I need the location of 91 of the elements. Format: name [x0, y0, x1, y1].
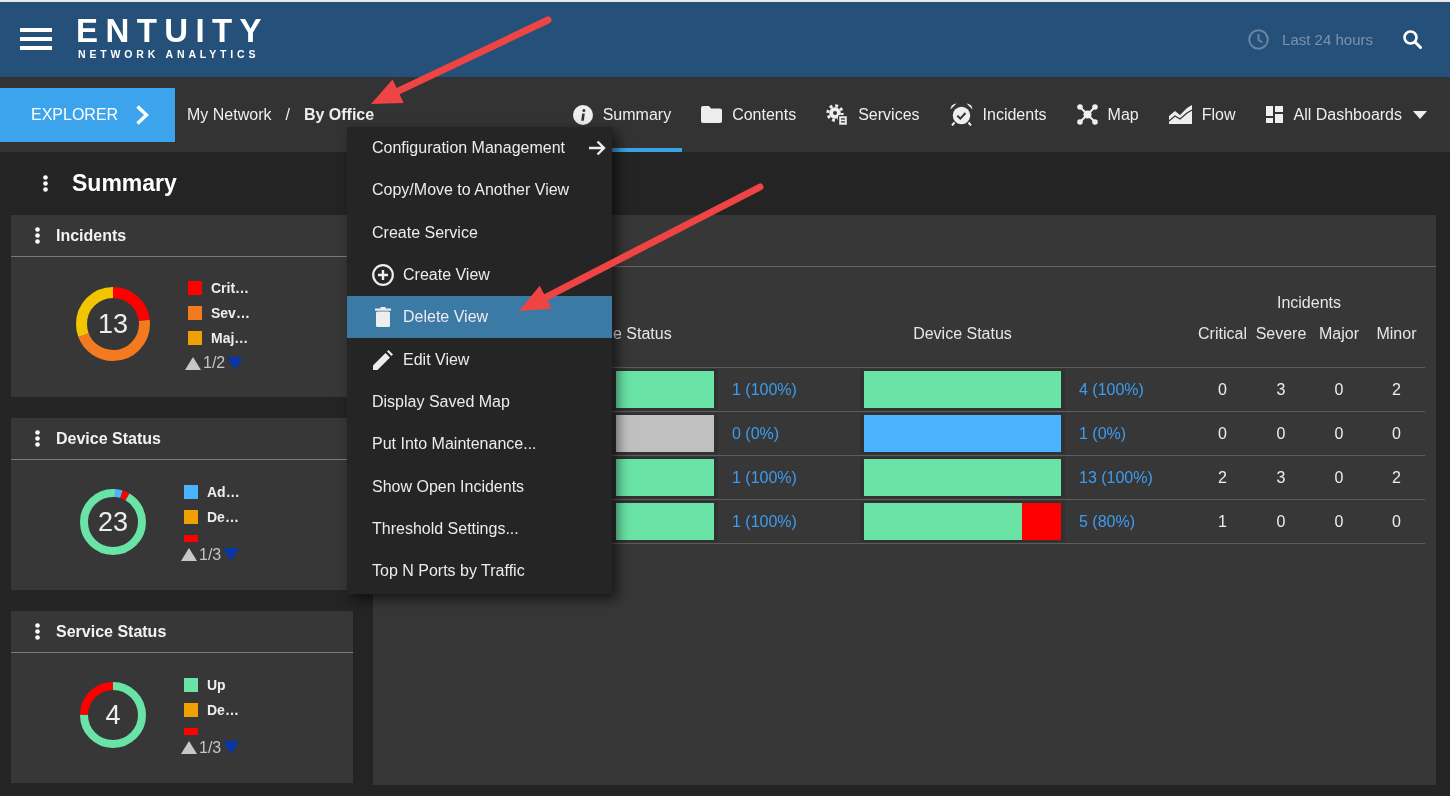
legend-label: Crit… [211, 279, 250, 296]
legend-label: Up [207, 677, 226, 693]
donut-chart [80, 682, 146, 748]
nav-tab[interactable]: Map [1065, 77, 1150, 152]
menu-item[interactable]: Put Into Maintenance... [347, 423, 612, 466]
table-cell: 1 [1218, 512, 1227, 531]
chevron-right-icon [135, 103, 150, 126]
menu-item[interactable]: Top N Ports by Traffic [347, 549, 612, 593]
column-header: Device Status [913, 324, 1012, 344]
menu-icon[interactable] [20, 27, 52, 50]
kebab-menu-icon[interactable] [35, 430, 40, 447]
dashboards-dropdown[interactable]: All Dashboards [1254, 77, 1427, 152]
status-link[interactable]: 1 (0%) [1079, 424, 1127, 443]
area-chart-icon [1168, 105, 1192, 124]
table-cell: 0 [1334, 424, 1344, 443]
status-link[interactable]: 1 (100%) [732, 512, 797, 531]
trash-icon [375, 307, 391, 328]
info-icon [572, 104, 593, 125]
table-cell: 0 [1276, 424, 1286, 443]
status-link[interactable]: 13 (100%) [1079, 468, 1153, 487]
panel-title: Summary [72, 170, 177, 197]
nav-tab[interactable]: Incidents [938, 77, 1058, 152]
table-cell: 2 [1392, 468, 1401, 487]
nav-tab[interactable]: Flow [1157, 77, 1247, 152]
breadcrumb-separator: / [285, 105, 290, 124]
column-header: Severe [1255, 324, 1307, 344]
menu-item[interactable]: Copy/Move to Another View [347, 169, 612, 212]
column-header: Minor [1376, 324, 1417, 344]
network-nodes-icon [1076, 104, 1098, 125]
legend-label: Sev… [211, 304, 250, 321]
dashboard-grid-icon [1265, 106, 1283, 123]
column-header: e Status [613, 324, 672, 344]
breadcrumb-link[interactable]: My Network [187, 105, 272, 124]
table-cell: 0 [1334, 380, 1344, 399]
menu-item[interactable]: Create Service [347, 211, 612, 254]
table-cell: 0 [1218, 380, 1227, 399]
kebab-menu-icon[interactable] [43, 175, 48, 192]
legend-label: De… [207, 702, 239, 718]
donut-total: 23 [97, 507, 128, 537]
column-group-header: Incidents [1276, 293, 1341, 313]
pencil-icon [373, 349, 393, 370]
caret-down-icon [1413, 110, 1427, 119]
kebab-menu-icon[interactable] [35, 227, 40, 244]
logo-tagline: NETWORK ANALYTICS [78, 48, 260, 60]
card-title: Incidents [56, 226, 127, 245]
table-cell: 0 [1334, 512, 1344, 531]
status-link[interactable]: 0 (0%) [732, 424, 780, 443]
column-header: Major [1319, 324, 1359, 344]
table-cell: 0 [1218, 424, 1227, 443]
menu-item[interactable]: Display Saved Map [347, 380, 612, 424]
card-title: Service Status [56, 622, 167, 641]
donut-chart [80, 489, 146, 555]
clock-icon [1248, 29, 1270, 50]
page-indicator: 1/3 [199, 737, 222, 758]
nav-tab[interactable]: Services [815, 77, 931, 152]
alarm-clock-icon [949, 103, 973, 126]
status-link[interactable]: 5 (80%) [1079, 512, 1136, 531]
legend-label: De… [207, 509, 239, 525]
table-cell: 0 [1276, 512, 1286, 531]
table-cell: 2 [1392, 380, 1401, 399]
table-cell: 0 [1392, 512, 1401, 531]
card-title: Device Status [56, 429, 161, 448]
gears-icon [826, 103, 849, 126]
status-link[interactable]: 1 (100%) [732, 468, 797, 487]
column-header: Critical [1198, 324, 1247, 344]
table-cell: 0 [1334, 468, 1344, 487]
table-cell: 3 [1276, 468, 1286, 487]
table-cell: 3 [1276, 380, 1286, 399]
menu-item[interactable]: Delete View [347, 296, 612, 339]
donut-total: 4 [105, 700, 121, 730]
menu-item[interactable]: Threshold Settings... [347, 507, 612, 550]
page-indicator: 1/3 [199, 544, 222, 565]
menu-item[interactable]: Edit View [347, 338, 612, 381]
nav-tab[interactable]: Contents [690, 77, 808, 152]
status-link[interactable]: 1 (100%) [732, 380, 797, 399]
status-link[interactable]: 4 (100%) [1079, 380, 1144, 399]
legend-label: Maj… [211, 329, 249, 346]
page-indicator: 1/2 [203, 353, 226, 373]
plus-circle-icon [372, 264, 394, 287]
menu-item[interactable]: Create View [347, 253, 612, 297]
folder-icon [701, 106, 723, 123]
table-cell: 2 [1218, 468, 1227, 487]
logo-wordmark: ENTUITY [76, 17, 269, 45]
search-icon[interactable] [1403, 30, 1422, 49]
legend-label: Ad… [207, 484, 240, 500]
breadcrumb-link[interactable]: By Office [303, 105, 375, 124]
donut-total: 13 [97, 309, 128, 339]
table-cell: 0 [1392, 424, 1401, 443]
menu-item[interactable]: Show Open Incidents [347, 465, 612, 508]
kebab-menu-icon[interactable] [35, 623, 40, 640]
arrow-right-icon [588, 140, 606, 157]
